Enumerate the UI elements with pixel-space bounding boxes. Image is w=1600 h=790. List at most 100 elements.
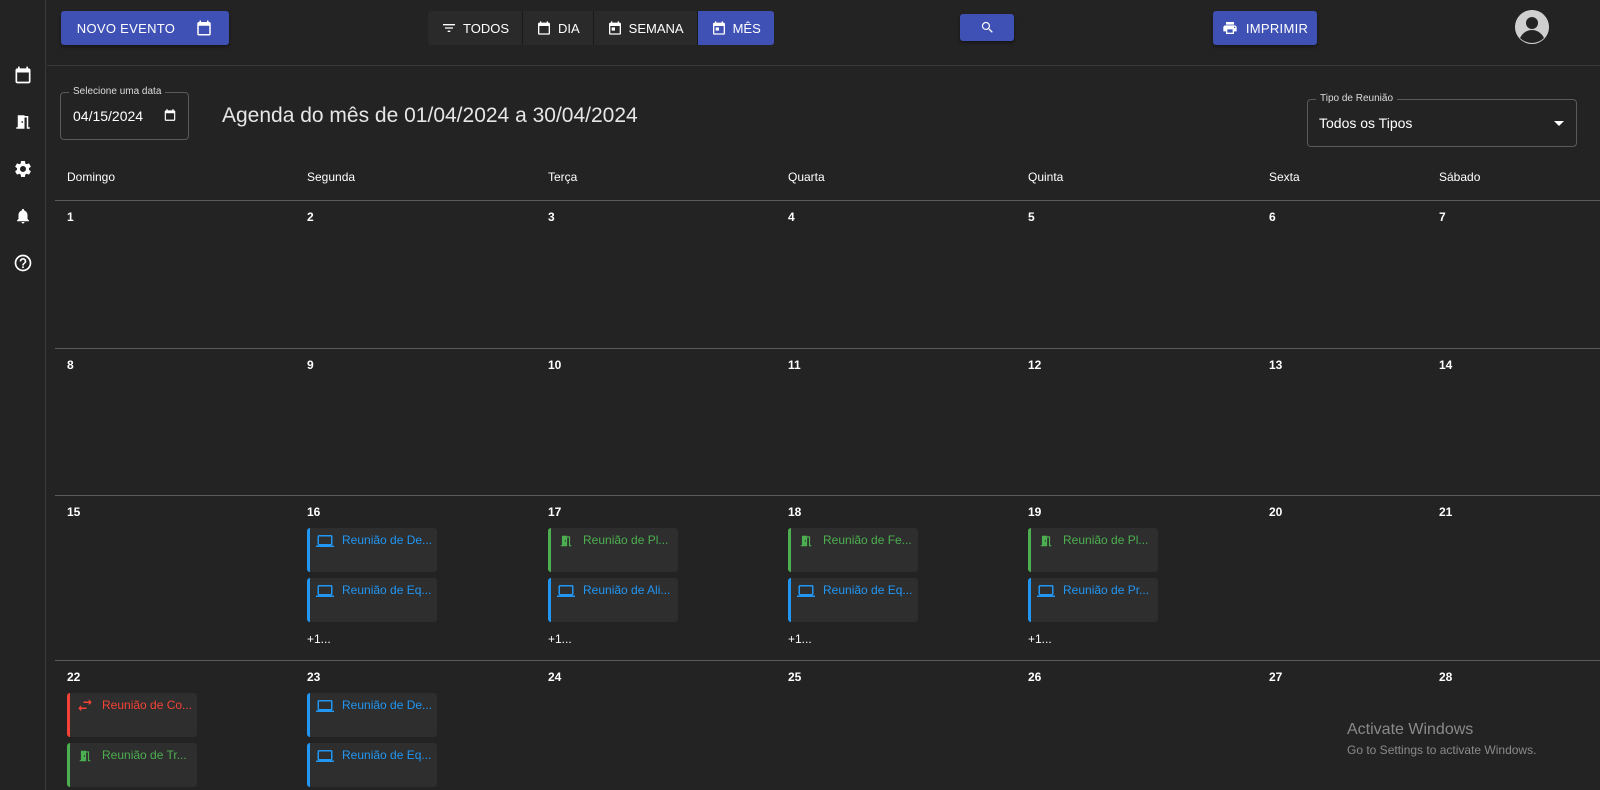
event-title: Reunião de Pl... (583, 533, 669, 547)
sidebar (0, 0, 46, 790)
day-number[interactable]: 1 (67, 210, 74, 224)
event-title: Reunião de De... (342, 698, 433, 712)
day-number[interactable]: 17 (548, 505, 561, 519)
event-card[interactable]: Reunião de Eq... (788, 578, 918, 622)
day-number[interactable]: 23 (307, 670, 320, 684)
day-number[interactable]: 25 (788, 670, 801, 684)
day-number[interactable]: 26 (1028, 670, 1041, 684)
laptop-icon (797, 583, 815, 599)
day-number[interactable]: 27 (1269, 670, 1282, 684)
event-title: Reunião de Eq... (342, 583, 432, 597)
day-number[interactable]: 2 (307, 210, 314, 224)
day-number[interactable]: 24 (548, 670, 561, 684)
laptop-icon (316, 533, 334, 549)
day-number[interactable]: 28 (1439, 670, 1452, 684)
more-events-link[interactable]: +1... (307, 632, 331, 646)
event-title: Reunião de De... (342, 533, 433, 547)
calendar-icon[interactable] (11, 63, 35, 87)
event-title: Reunião de Eq... (342, 748, 432, 762)
day-number[interactable]: 6 (1269, 210, 1276, 224)
event-card[interactable]: Reunião de Pl... (548, 528, 678, 572)
row-divider (55, 348, 1600, 349)
event-card[interactable]: Reunião de Ali... (548, 578, 678, 622)
more-events-link[interactable]: +1... (1028, 632, 1052, 646)
view-month-button[interactable]: MÊS (697, 11, 774, 45)
view-toggle-group: TODOS DIA SEMANA MÊS (428, 11, 774, 45)
event-card[interactable]: Reunião de Pl... (1028, 528, 1158, 572)
date-picker-value: 04/15/2024 (73, 108, 144, 124)
day-number[interactable]: 20 (1269, 505, 1282, 519)
chevron-down-icon (1554, 121, 1564, 126)
day-number[interactable]: 18 (788, 505, 801, 519)
day-number[interactable]: 19 (1028, 505, 1041, 519)
day-number[interactable]: 9 (307, 358, 314, 372)
gear-icon[interactable] (11, 157, 35, 181)
calendar-icon (536, 20, 552, 36)
day-number[interactable]: 14 (1439, 358, 1452, 372)
view-month-label: MÊS (732, 20, 761, 36)
event-title: Reunião de Eq... (823, 583, 913, 597)
door-icon[interactable] (11, 110, 35, 134)
meeting-type-select[interactable]: Tipo de Reunião Todos os Tipos (1307, 93, 1577, 147)
day-number[interactable]: 11 (788, 358, 801, 372)
watermark-title: Activate Windows (1347, 721, 1474, 738)
date-picker[interactable]: Selecione uma data 04/15/2024 (60, 86, 189, 140)
event-card[interactable]: Reunião de De... (307, 528, 437, 572)
day-number[interactable]: 13 (1269, 358, 1282, 372)
laptop-icon (316, 748, 334, 764)
day-number[interactable]: 12 (1028, 358, 1041, 372)
day-number[interactable]: 15 (67, 505, 80, 519)
view-day-button[interactable]: DIA (523, 11, 594, 45)
day-number[interactable]: 5 (1028, 210, 1035, 224)
laptop-icon (1037, 583, 1055, 599)
day-number[interactable]: 7 (1439, 210, 1446, 224)
event-card[interactable]: Reunião de Fe... (788, 528, 918, 572)
event-title: Reunião de Pr... (1063, 583, 1150, 597)
printer-icon (1222, 20, 1238, 36)
avatar[interactable] (1515, 10, 1549, 44)
calendar-week-icon (607, 20, 623, 36)
filter-icon (441, 20, 457, 36)
more-events-link[interactable]: +1... (788, 632, 812, 646)
user-icon (1515, 10, 1549, 44)
new-event-button[interactable]: NOVO EVENTO (61, 11, 229, 45)
search-button[interactable] (960, 14, 1014, 41)
bell-icon[interactable] (11, 204, 35, 228)
help-icon[interactable] (11, 251, 35, 275)
event-card[interactable]: Reunião de De... (307, 693, 437, 737)
page-title: Agenda do mês de 01/04/2024 a 30/04/2024 (222, 104, 638, 127)
event-card[interactable]: Reunião de Pr... (1028, 578, 1158, 622)
door-icon (76, 748, 94, 764)
event-title: Reunião de Co... (102, 698, 193, 712)
filter-all-button[interactable]: TODOS (428, 11, 523, 45)
event-title: Reunião de Pl... (1063, 533, 1149, 547)
new-event-label: NOVO EVENTO (76, 20, 176, 36)
event-card[interactable]: Reunião de Eq... (307, 743, 437, 787)
day-number[interactable]: 3 (548, 210, 555, 224)
day-number[interactable]: 22 (67, 670, 80, 684)
watermark-subtitle: Go to Settings to activate Windows. (1347, 743, 1537, 757)
calendar-icon[interactable] (163, 108, 177, 127)
event-card[interactable]: Reunião de Tr... (67, 743, 197, 787)
weekday-header: Sábado (1439, 170, 1481, 184)
weekday-header: Quinta (1028, 170, 1064, 184)
day-number[interactable]: 21 (1439, 505, 1452, 519)
laptop-icon (557, 583, 575, 599)
day-number[interactable]: 4 (788, 210, 795, 224)
view-week-button[interactable]: SEMANA (594, 11, 698, 45)
event-title: Reunião de Ali... (583, 583, 671, 597)
laptop-icon (316, 698, 334, 714)
date-picker-label: Selecione uma data (69, 86, 166, 97)
day-number[interactable]: 8 (67, 358, 74, 372)
event-title: Reunião de Tr... (102, 748, 187, 762)
event-card[interactable]: Reunião de Co... (67, 693, 197, 737)
calendar-month-icon (711, 20, 727, 36)
day-number[interactable]: 10 (548, 358, 561, 372)
weekday-header: Terça (548, 170, 578, 184)
view-week-label: SEMANA (628, 20, 684, 36)
print-button[interactable]: IMPRIMIR (1213, 11, 1317, 45)
more-events-link[interactable]: +1... (548, 632, 572, 646)
event-card[interactable]: Reunião de Eq... (307, 578, 437, 622)
day-number[interactable]: 16 (307, 505, 320, 519)
event-title: Reunião de Fe... (823, 533, 912, 547)
